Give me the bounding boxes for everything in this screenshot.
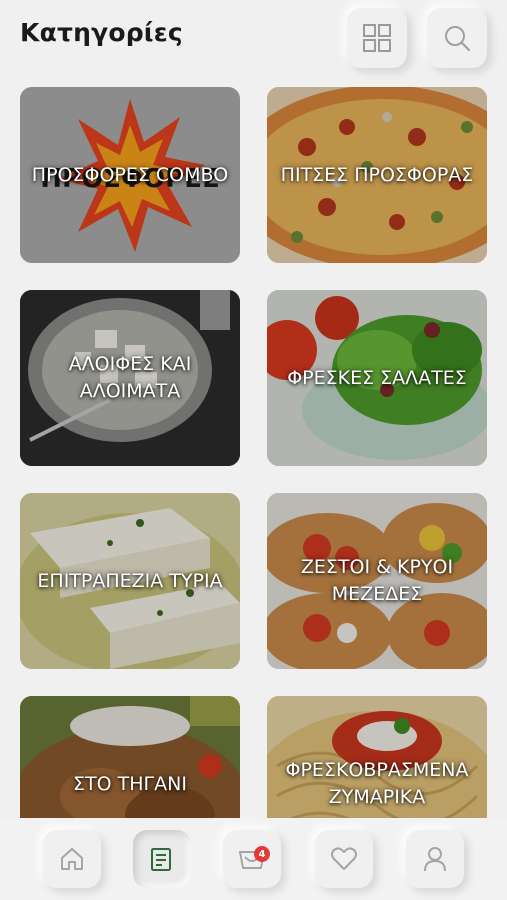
category-label: ΣΤΟ ΤΗΓΑΝΙ (73, 772, 187, 795)
category-card-fresh-salads[interactable]: ΦΡΕΣΚΕΣ ΣΑΛΑΤΕΣ (267, 290, 487, 466)
nav-favorites-button[interactable] (315, 830, 373, 888)
heart-icon (331, 847, 357, 870)
category-label: ΖΕΣΤΟΙ & ΚΡΥΟΙ ΜΕΖΕΔΕΣ (300, 556, 454, 605)
category-label: ΦΡΕΣΚΟΒΡΑΣΜΕΝΑ ΖΥΜΑΡΙΚΑ (285, 759, 469, 808)
page-title: Κατηγορίες (20, 18, 183, 47)
category-card-pizza-offers[interactable]: ΠΙΤΣΕΣ ΠΡΟΣΦΟΡΑΣ (267, 87, 487, 263)
grid-view-button[interactable] (347, 8, 407, 68)
category-label: ΑΛΟΙΦΕΣ ΚΑΙ ΑΛΟΙΜΑΤΑ (68, 353, 192, 402)
nav-profile-button[interactable] (406, 830, 464, 888)
cart-count-badge: 4 (254, 846, 270, 862)
nav-menu-button[interactable] (133, 830, 191, 888)
category-card-hot-cold-meze[interactable]: ΖΕΣΤΟΙ & ΚΡΥΟΙ ΜΕΖΕΔΕΣ (267, 493, 487, 669)
search-button[interactable] (427, 8, 487, 68)
category-card-table-cheeses[interactable]: ΕΠΙΤΡΑΠΕΖΙΑ ΤΥΡΙΑ (20, 493, 240, 669)
category-label: ΠΡΟΣΦΟΡΕΣ COMBO (31, 163, 229, 186)
menu-document-icon (151, 848, 171, 871)
search-icon (445, 26, 471, 52)
category-label: ΠΙΤΣΕΣ ΠΡΟΣΦΟΡΑΣ (280, 163, 474, 186)
category-card-spreads-dips[interactable]: ΑΛΟΙΦΕΣ ΚΑΙ ΑΛΟΙΜΑΤΑ (20, 290, 240, 466)
category-label: ΦΡΕΣΚΕΣ ΣΑΛΑΤΕΣ (287, 366, 467, 389)
header: Κατηγορίες (0, 0, 507, 75)
bottom-navigation: 4 (0, 818, 507, 900)
home-icon (61, 848, 83, 870)
user-icon (424, 847, 446, 872)
category-label: ΕΠΙΤΡΑΠΕΖΙΑ ΤΥΡΙΑ (37, 569, 223, 592)
nav-cart-button[interactable]: 4 (223, 830, 281, 888)
nav-home-button[interactable] (43, 830, 101, 888)
category-card-combo-offers[interactable]: ΠΡΟΣΦΟΡΕΣ ΠΡΟΣΦΟΡΕΣ COMBO (20, 87, 240, 263)
grid-view-icon (363, 24, 391, 52)
